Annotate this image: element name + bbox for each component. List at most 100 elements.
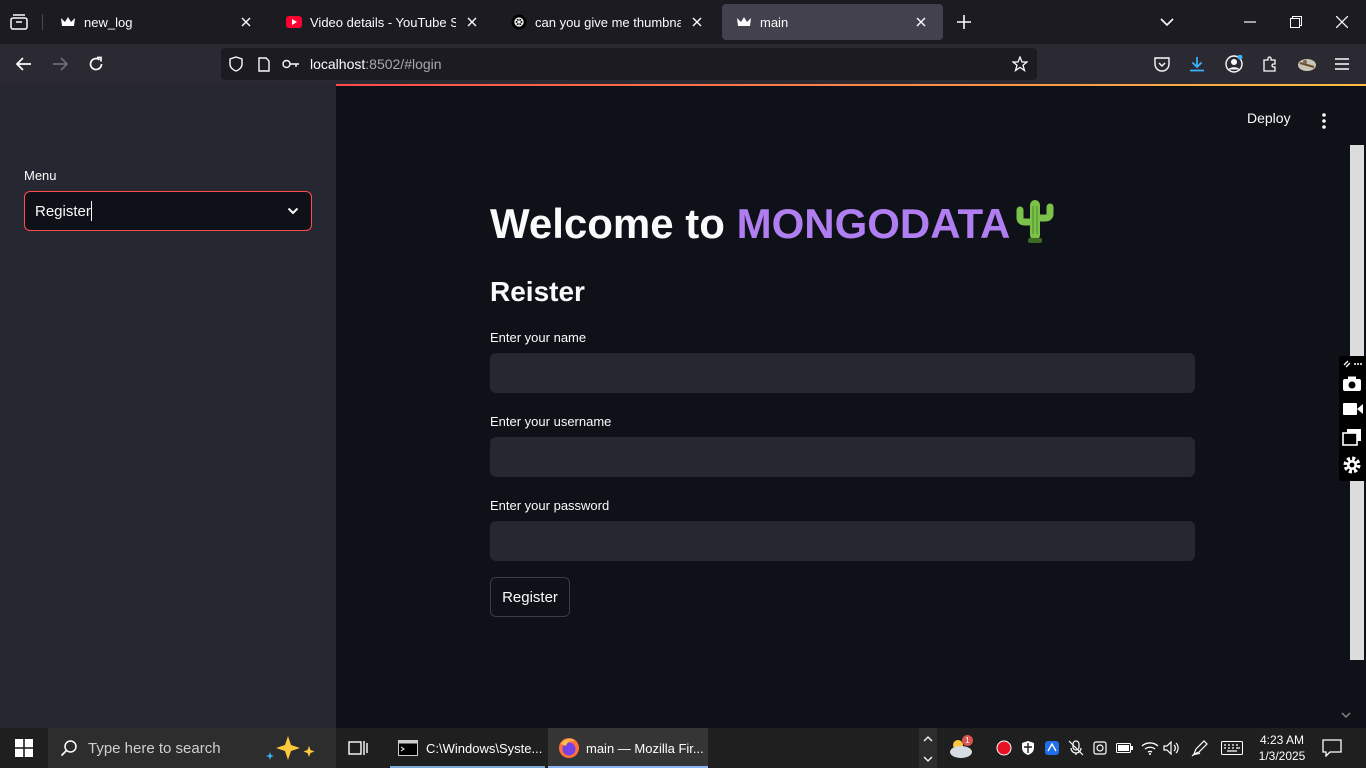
back-arrow-icon[interactable]: [14, 54, 34, 74]
sparkle-highlight-icon: [264, 734, 324, 762]
form-heading: Reister: [490, 276, 585, 307]
firefox-view-icon[interactable]: [1296, 54, 1318, 74]
restore-window-icon[interactable]: [1286, 12, 1306, 32]
taskbar-search-box[interactable]: Type here to search: [48, 728, 336, 768]
show-hidden-icons-chevron-icon[interactable]: [919, 728, 937, 768]
menu-select[interactable]: Register: [24, 191, 312, 231]
page-title: Welcome to MONGODATA: [490, 198, 1054, 248]
search-icon: [60, 739, 78, 757]
weather-icon[interactable]: 1: [946, 728, 976, 768]
browser-nav-bar: localhost:8502/#login: [0, 44, 1366, 84]
bookmark-star-icon[interactable]: [1011, 55, 1029, 73]
tab-new-log[interactable]: new_log: [46, 4, 268, 40]
youtube-icon: [286, 14, 302, 30]
search-placeholder: Type here to search: [88, 740, 221, 757]
main-content: Deploy Welcome to MONGODATA Reister Ente…: [336, 86, 1366, 728]
volume-icon[interactable]: [1163, 728, 1181, 768]
taskbar-app-firefox[interactable]: main — Mozilla Fir...: [548, 728, 708, 768]
touch-keyboard-icon[interactable]: [1221, 728, 1245, 768]
tab-title: Video details - YouTube Studio: [310, 14, 456, 30]
clock-time: 4:23 AM: [1259, 733, 1305, 747]
sidebar: Menu Register: [0, 84, 336, 728]
cactus-icon: [1016, 198, 1054, 244]
camera-tray-icon[interactable]: [1093, 728, 1111, 768]
taskbar-clock[interactable]: 4:23 AM 1/3/2025: [1253, 732, 1311, 764]
name-field-label: Enter your name: [490, 330, 587, 345]
username-input[interactable]: [490, 437, 1195, 477]
menu-selected-value: Register: [35, 203, 91, 220]
battery-icon[interactable]: [1116, 728, 1134, 768]
address-bar[interactable]: localhost:8502/#login: [221, 48, 1037, 80]
browser-tab-bar: new_log Video details - YouTube Studio c…: [0, 0, 1366, 44]
settings-gear-icon[interactable]: [1342, 455, 1362, 475]
url-path: :8502/#login: [365, 56, 442, 72]
tab-divider: [42, 14, 43, 30]
task-view-icon[interactable]: [348, 728, 372, 768]
tab-title: main: [760, 14, 789, 30]
more-options-kebab-icon[interactable]: [1318, 112, 1330, 130]
taskbar-app-cmd[interactable]: C:\Windows\Syste...: [390, 728, 545, 768]
username-field-label: Enter your username: [490, 414, 612, 429]
screenshot-camera-icon[interactable]: [1342, 376, 1362, 392]
tab-title: can you give me thumbnail for: [535, 14, 681, 30]
account-icon[interactable]: [1224, 54, 1244, 74]
windows-start-icon[interactable]: [0, 728, 48, 768]
close-tab-icon[interactable]: [687, 12, 707, 32]
forward-arrow-icon: [50, 54, 70, 74]
key-permission-icon[interactable]: [281, 55, 301, 73]
taskbar-app-label: main — Mozilla Fir...: [586, 740, 704, 756]
chevron-down-icon[interactable]: [287, 204, 299, 218]
video-record-icon[interactable]: [1342, 402, 1364, 416]
tracking-protection-shield-icon[interactable]: [227, 55, 245, 73]
tab-overview-icon[interactable]: [8, 12, 30, 32]
link-more-icon[interactable]: [1342, 359, 1364, 369]
text-caret: [91, 201, 92, 221]
tab-chatgpt[interactable]: can you give me thumbnail for: [497, 4, 719, 40]
capture-tools-panel: [1339, 356, 1366, 481]
password-field-label: Enter your password: [490, 498, 610, 513]
deploy-button[interactable]: Deploy: [1247, 110, 1291, 126]
window-capture-icon[interactable]: [1342, 428, 1362, 446]
cmd-icon: [398, 740, 418, 756]
menu-label: Menu: [24, 168, 57, 183]
pocket-icon[interactable]: [1152, 54, 1172, 74]
streamlit-crown-icon: [736, 14, 752, 30]
title-prefix: Welcome to: [490, 200, 737, 247]
tab-title: new_log: [84, 14, 133, 30]
scroll-down-arrow-icon[interactable]: [1341, 711, 1351, 719]
taskbar-app-label: C:\Windows\Syste...: [426, 740, 543, 756]
chatgpt-icon: [511, 14, 527, 30]
extensions-puzzle-icon[interactable]: [1260, 54, 1280, 74]
weather-badge: 1: [962, 735, 973, 746]
close-window-icon[interactable]: [1332, 12, 1352, 32]
tab-youtube-studio[interactable]: Video details - YouTube Studio: [272, 4, 494, 40]
url-text: localhost:8502/#login: [310, 56, 442, 72]
tab-main[interactable]: main: [722, 4, 943, 40]
app-tray-icon[interactable]: [1044, 728, 1062, 768]
mic-muted-icon[interactable]: [1068, 728, 1086, 768]
wifi-icon[interactable]: [1141, 728, 1159, 768]
password-input[interactable]: [490, 521, 1195, 561]
list-all-tabs-chevron-icon[interactable]: [1157, 12, 1177, 32]
new-tab-plus-icon[interactable]: [954, 12, 974, 32]
minimize-window-icon[interactable]: [1240, 12, 1260, 32]
pen-workspace-icon[interactable]: [1191, 728, 1211, 768]
app-menu-hamburger-icon[interactable]: [1332, 54, 1352, 74]
firefox-icon: [558, 737, 580, 759]
streamlit-crown-icon: [60, 14, 76, 30]
clock-date: 1/3/2025: [1258, 749, 1306, 763]
windows-taskbar: Type here to search C:\Windows\Syste... …: [0, 728, 1366, 768]
close-tab-icon[interactable]: [462, 12, 482, 32]
record-indicator-icon[interactable]: [996, 728, 1014, 768]
title-brand: MONGODATA: [736, 200, 1011, 247]
security-shield-icon[interactable]: [1020, 728, 1038, 768]
url-host: localhost: [310, 56, 366, 72]
register-submit-button[interactable]: Register: [490, 577, 570, 617]
downloads-icon[interactable]: [1187, 54, 1207, 74]
name-input[interactable]: [490, 353, 1195, 393]
reload-icon[interactable]: [86, 54, 106, 74]
close-tab-icon[interactable]: [236, 12, 256, 32]
notifications-icon[interactable]: [1322, 728, 1346, 768]
close-tab-icon[interactable]: [911, 12, 931, 32]
page-info-icon[interactable]: [255, 55, 273, 73]
